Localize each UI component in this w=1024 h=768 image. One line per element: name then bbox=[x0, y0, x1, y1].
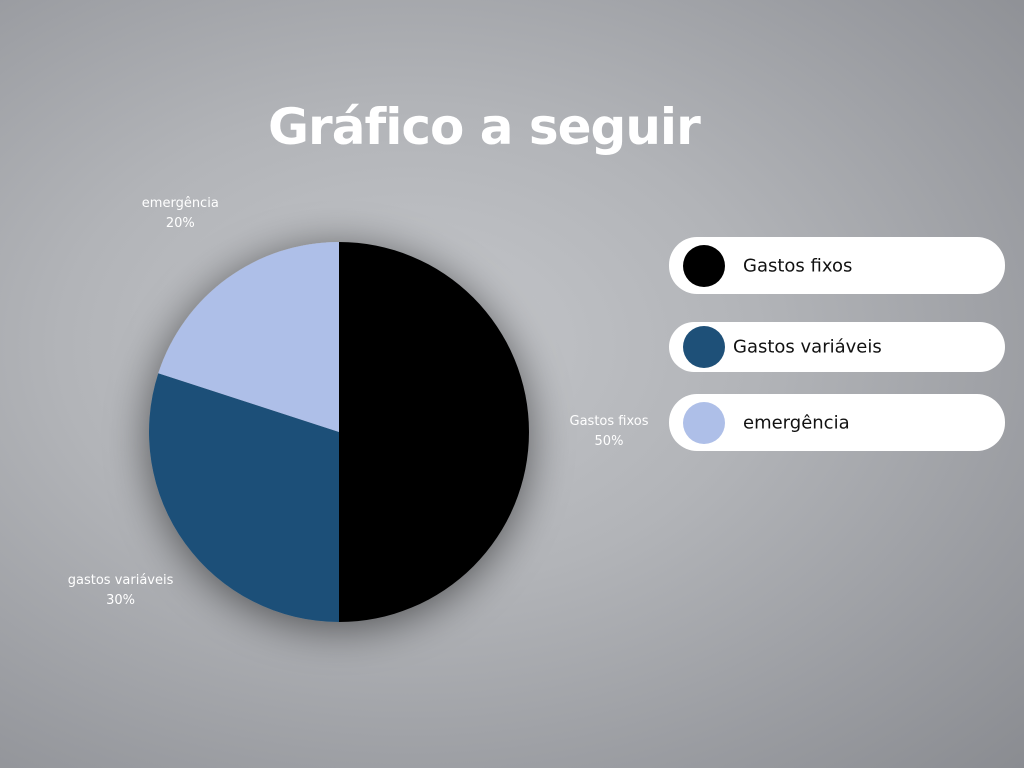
slice-label-gastos-fixos: Gastos fixos 50% bbox=[570, 412, 649, 452]
legend-label: Gastos fixos bbox=[743, 255, 853, 276]
slice-label-name: gastos variáveis bbox=[67, 572, 174, 588]
slice-label-name: emergência bbox=[141, 195, 219, 211]
slice-label-emergencia: emergência 20% bbox=[142, 194, 219, 234]
legend-item-emergencia: emergência bbox=[669, 394, 1005, 451]
slice-label-percent: 20% bbox=[165, 215, 195, 231]
slice-label-percent: 30% bbox=[106, 592, 136, 608]
slice-label-name: Gastos fixos bbox=[569, 414, 649, 429]
legend-swatch bbox=[683, 326, 725, 368]
legend-item-gastos-fixos: Gastos fixos bbox=[669, 237, 1005, 294]
legend-label: Gastos variáveis bbox=[733, 336, 882, 358]
legend-item-gastos-variaveis: Gastos variáveis bbox=[669, 322, 1005, 372]
legend-label: emergência bbox=[743, 412, 850, 433]
legend-swatch bbox=[683, 401, 725, 444]
legend-swatch bbox=[683, 244, 725, 287]
slice-label-percent: 50% bbox=[594, 434, 624, 449]
slice-label-gastos-variaveis: gastos variáveis 30% bbox=[68, 571, 174, 611]
pie-chart bbox=[148, 242, 529, 622]
pie-slice-gastos-fixos bbox=[339, 242, 529, 622]
